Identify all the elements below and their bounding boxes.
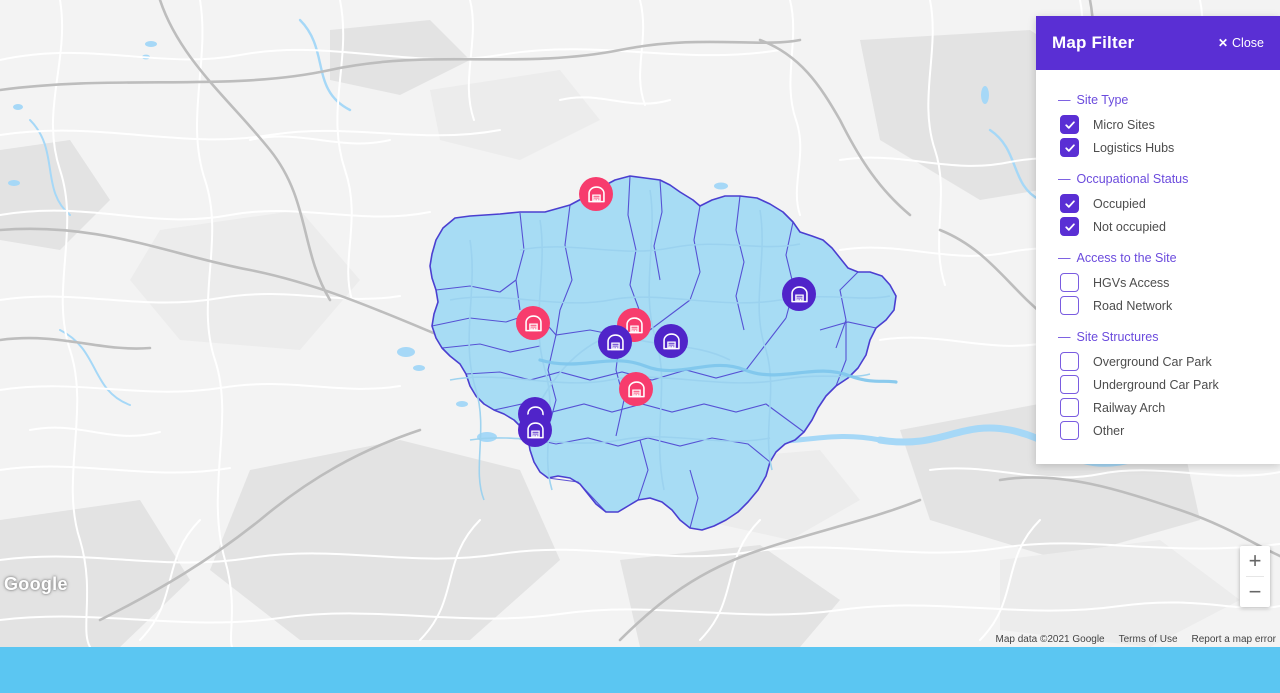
- map-attribution: Map data ©2021 Google Terms of Use Repor…: [995, 634, 1276, 645]
- filter-group-occupational-status: — Occupational Status Occupied Not occupied: [1036, 163, 1280, 238]
- warehouse-icon: [790, 285, 809, 304]
- checkbox-checked[interactable]: [1060, 138, 1079, 157]
- filter-group-title-site-type: — Site Type: [1036, 84, 1280, 113]
- report-map-error-link[interactable]: Report a map error: [1192, 634, 1276, 645]
- checkbox-unchecked[interactable]: [1060, 296, 1079, 315]
- close-button[interactable]: ✕ Close: [1218, 36, 1264, 50]
- filter-group-access-to-the-site: — Access to the Site HGVs Access Road Netwo…: [1036, 242, 1280, 317]
- filter-option-road-network[interactable]: Road Network: [1036, 294, 1280, 317]
- checkbox-unchecked[interactable]: [1060, 273, 1079, 292]
- filter-option-underground-car-park[interactable]: Underground Car Park: [1036, 373, 1280, 396]
- filter-group-title-site-structures: — Site Structures: [1036, 321, 1280, 350]
- group-dash-icon: —: [1058, 330, 1071, 344]
- map-marker-logistics-hub[interactable]: [598, 325, 632, 359]
- map-marker-micro-site[interactable]: [619, 372, 653, 406]
- checkbox-checked[interactable]: [1060, 217, 1079, 236]
- filter-group-title-occupational-status: — Occupational Status: [1036, 163, 1280, 192]
- group-title-label: Site Structures: [1076, 330, 1159, 344]
- filter-option-label: Occupied: [1093, 196, 1146, 211]
- group-dash-icon: —: [1058, 172, 1071, 186]
- filter-option-label: Other: [1093, 423, 1125, 438]
- filter-group-site-type: — Site Type Micro Sites Logistics Hubs: [1036, 84, 1280, 159]
- filter-option-label: Road Network: [1093, 298, 1173, 313]
- filter-option-label: Overground Car Park: [1093, 354, 1212, 369]
- group-dash-icon: —: [1058, 93, 1071, 107]
- warehouse-icon: [524, 314, 543, 333]
- warehouse-icon: [526, 421, 545, 440]
- filter-option-hgvs-access[interactable]: HGVs Access: [1036, 271, 1280, 294]
- map-marker-micro-site[interactable]: [579, 177, 613, 211]
- filter-option-micro-sites[interactable]: Micro Sites: [1036, 113, 1280, 136]
- group-title-label: Access to the Site: [1076, 251, 1177, 265]
- warehouse-icon: [606, 333, 625, 352]
- map-marker-logistics-hub[interactable]: [518, 413, 552, 447]
- map-marker-logistics-hub[interactable]: [654, 324, 688, 358]
- check-icon: [1064, 222, 1075, 231]
- checkbox-unchecked[interactable]: [1060, 421, 1079, 440]
- filter-panel-body: — Site Type Micro Sites Logistics Hubs — Occu…: [1036, 70, 1280, 464]
- check-icon: [1064, 120, 1075, 129]
- filter-option-label: Railway Arch: [1093, 400, 1166, 415]
- group-dash-icon: —: [1058, 251, 1071, 265]
- zoom-controls[interactable]: + −: [1240, 546, 1270, 607]
- filter-option-label: Micro Sites: [1093, 117, 1155, 132]
- filter-panel-header: Map Filter ✕ Close: [1036, 16, 1280, 70]
- filter-option-occupied[interactable]: Occupied: [1036, 192, 1280, 215]
- warehouse-icon: [627, 380, 646, 399]
- terms-of-use-link[interactable]: Terms of Use: [1119, 634, 1178, 645]
- map-filter-panel: Map Filter ✕ Close — Site Type Micro Sites…: [1036, 16, 1280, 464]
- map-marker-micro-site[interactable]: [516, 306, 550, 340]
- filter-option-label: Not occupied: [1093, 219, 1166, 234]
- filter-option-not-occupied[interactable]: Not occupied: [1036, 215, 1280, 238]
- checkbox-unchecked[interactable]: [1060, 375, 1079, 394]
- group-title-label: Site Type: [1076, 93, 1129, 107]
- bottom-bar: [0, 647, 1280, 693]
- map-filter-page: Google + − Map data ©2021 Google Terms o…: [0, 0, 1280, 693]
- zoom-out-button[interactable]: −: [1240, 577, 1270, 607]
- checkbox-unchecked[interactable]: [1060, 398, 1079, 417]
- close-button-label: Close: [1232, 36, 1264, 50]
- filter-option-label: HGVs Access: [1093, 275, 1170, 290]
- google-logo: Google: [4, 574, 68, 594]
- checkbox-checked[interactable]: [1060, 115, 1079, 134]
- map-marker-logistics-hub[interactable]: [782, 277, 816, 311]
- filter-panel-title: Map Filter: [1052, 33, 1135, 52]
- filter-option-logistics-hubs[interactable]: Logistics Hubs: [1036, 136, 1280, 159]
- checkbox-checked[interactable]: [1060, 194, 1079, 213]
- filter-group-site-structures: — Site Structures Overground Car Park Under…: [1036, 321, 1280, 442]
- group-title-label: Occupational Status: [1076, 172, 1189, 186]
- filter-group-title-access-to-the-site: — Access to the Site: [1036, 242, 1280, 271]
- checkbox-unchecked[interactable]: [1060, 352, 1079, 371]
- filter-option-label: Underground Car Park: [1093, 377, 1219, 392]
- check-icon: [1064, 199, 1075, 208]
- map-data-credit: Map data ©2021 Google: [995, 634, 1105, 645]
- filter-option-railway-arch[interactable]: Railway Arch: [1036, 396, 1280, 419]
- filter-option-overground-car-park[interactable]: Overground Car Park: [1036, 350, 1280, 373]
- warehouse-icon: [662, 332, 681, 351]
- filter-option-other[interactable]: Other: [1036, 419, 1280, 442]
- filter-option-label: Logistics Hubs: [1093, 140, 1175, 155]
- zoom-in-button[interactable]: +: [1240, 546, 1270, 576]
- check-icon: [1064, 143, 1075, 152]
- close-x-icon: ✕: [1217, 36, 1229, 50]
- warehouse-icon: [587, 185, 606, 204]
